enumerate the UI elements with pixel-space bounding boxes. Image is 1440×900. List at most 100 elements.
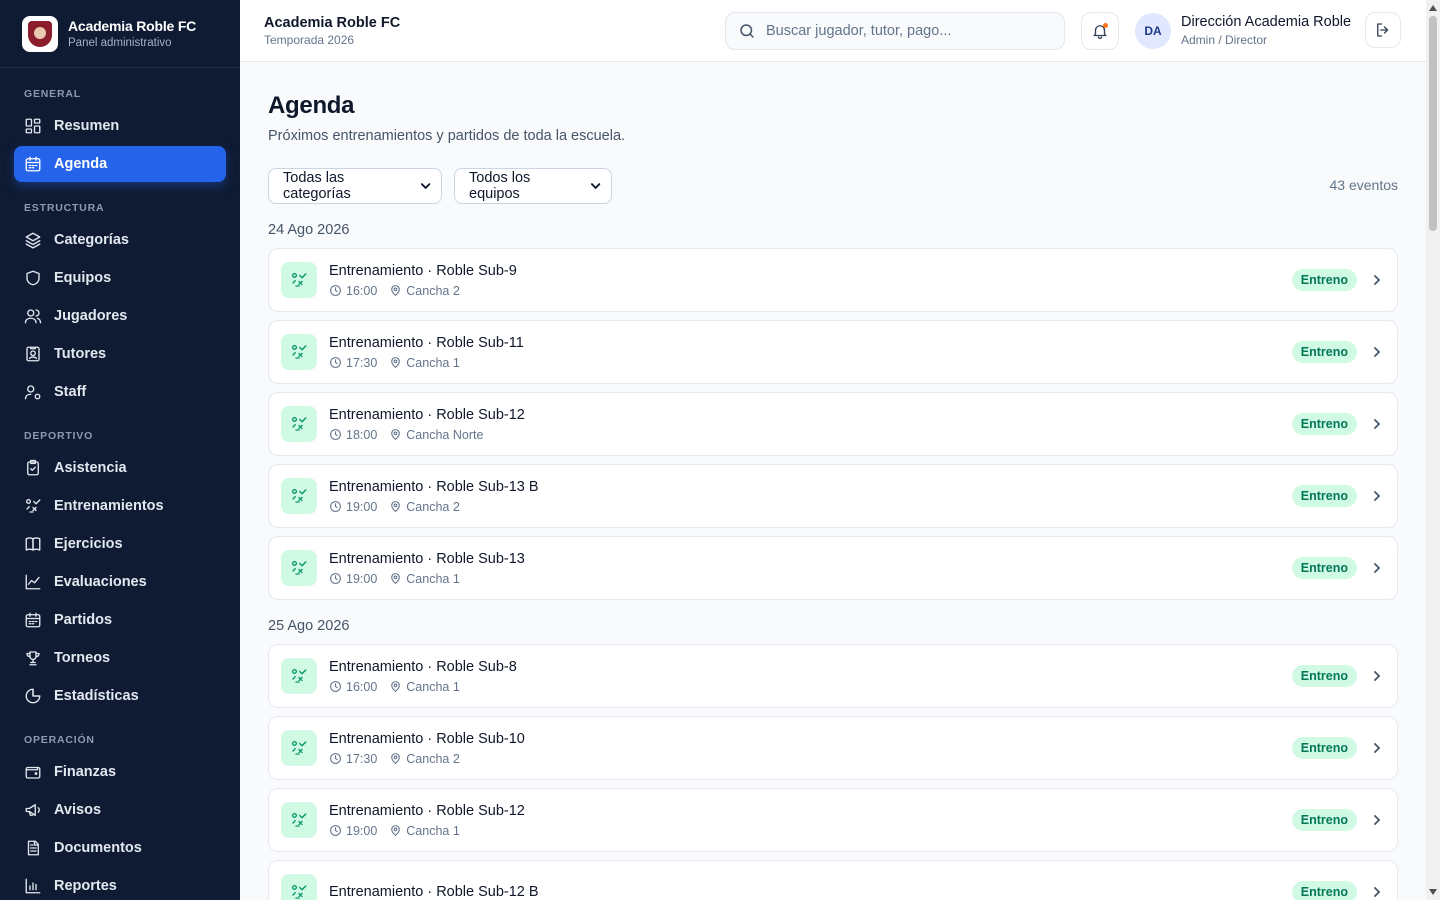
- sidebar-item-torneos[interactable]: Torneos: [14, 640, 226, 676]
- page-scrollbar[interactable]: [1426, 0, 1440, 900]
- nav-section-title: OPERACIÓN: [24, 734, 95, 746]
- avatar[interactable]: DA: [1135, 13, 1171, 49]
- grid-icon: [25, 118, 41, 134]
- shield-icon: [26, 270, 40, 286]
- clipboard-check-icon: [27, 459, 39, 476]
- sidebar-item-jugadores[interactable]: Jugadores: [14, 298, 226, 334]
- sidebar-item-estadisticas[interactable]: Estadísticas: [14, 678, 226, 714]
- user-info[interactable]: Dirección Academia Roble Admin / Directo…: [1181, 14, 1351, 47]
- sidebar-item-reportes[interactable]: Reportes: [14, 868, 226, 900]
- event-row[interactable]: Entrenamiento · Roble Sub-11 17:30 Cancha …: [268, 320, 1398, 384]
- sidebar-item-label: Equipos: [54, 270, 112, 286]
- chevron-right-icon: [1374, 815, 1381, 825]
- sidebar-item-tutores[interactable]: Tutores: [14, 336, 226, 372]
- filters-bar: Todas las categorías Todos los equipos 4…: [268, 168, 1398, 204]
- chevron-right-icon: [1374, 563, 1381, 573]
- logout-button[interactable]: [1365, 12, 1401, 48]
- event-badge: Entreno: [1291, 737, 1357, 759]
- training-icon: [291, 560, 307, 575]
- event-meta: 17:30 Cancha 2: [329, 752, 525, 766]
- event-badge: Entreno: [1291, 665, 1357, 687]
- event-type-icon: [281, 478, 317, 514]
- event-row[interactable]: Entrenamiento · Roble Sub-12 19:00 Cancha …: [268, 788, 1398, 852]
- sidebar-item-label: Torneos: [54, 650, 111, 666]
- notifications-button[interactable]: [1081, 12, 1119, 50]
- training-icon: [291, 668, 307, 683]
- event-row[interactable]: Entrenamiento · Roble Sub-10 17:30 Cancha …: [268, 716, 1398, 780]
- sidebar-item-label: Asistencia: [54, 460, 127, 476]
- event-badge: Entreno: [1291, 341, 1357, 363]
- brand-subtitle: Panel administrativo: [68, 37, 172, 49]
- training-icon: [291, 884, 307, 899]
- sidebar-item-resumen[interactable]: Resumen: [14, 108, 226, 144]
- logout-icon: [1377, 23, 1389, 37]
- sidebar-item-ejercicios[interactable]: Ejercicios: [14, 526, 226, 562]
- sidebar-item-label: Tutores: [54, 346, 107, 362]
- scroll-down-arrow[interactable]: [1429, 889, 1437, 895]
- event-place: Cancha 2: [406, 283, 460, 298]
- layers-icon: [25, 232, 41, 249]
- event-row[interactable]: Entrenamiento · Roble Sub-13 19:00 Cancha …: [268, 536, 1398, 600]
- event-type-icon: [281, 406, 317, 442]
- event-type-icon: [281, 658, 317, 694]
- sidebar-item-entrenamientos[interactable]: Entrenamientos: [14, 488, 226, 524]
- sidebar-item-evaluaciones[interactable]: Evaluaciones: [14, 564, 226, 600]
- event-type-icon: [281, 262, 317, 298]
- event-time: 16:00: [346, 283, 378, 298]
- chevron-right-icon: [1374, 419, 1381, 429]
- sidebar-item-avisos[interactable]: Avisos: [14, 792, 226, 828]
- sidebar-item-staff[interactable]: Staff: [14, 374, 226, 410]
- scroll-up-arrow[interactable]: [1429, 5, 1437, 11]
- sidebar-item-label: Estadísticas: [54, 688, 139, 704]
- event-meta: 19:00 Cancha 1: [329, 572, 525, 586]
- sidebar-item-partidos[interactable]: Partidos: [14, 602, 226, 638]
- user-name: Dirección Academia Roble: [1181, 14, 1352, 30]
- event-row[interactable]: Entrenamiento · Roble Sub-8 16:00 Cancha 1…: [268, 644, 1398, 708]
- event-row[interactable]: Entrenamiento · Roble Sub-12 B Entreno: [268, 860, 1398, 900]
- chevron-down-icon: [590, 183, 601, 190]
- event-list: 24 Ago 2026 Entrenamiento · Roble Sub-9 16…: [268, 222, 1398, 900]
- pie-chart-icon: [25, 688, 41, 704]
- team-select[interactable]: Todos los equipos: [454, 168, 612, 204]
- event-place: Cancha 2: [406, 499, 460, 514]
- training-icon: [291, 416, 307, 431]
- training-icon: [291, 740, 307, 755]
- sidebar-item-equipos[interactable]: Equipos: [14, 260, 226, 296]
- scroll-thumb[interactable]: [1429, 16, 1437, 231]
- sidebar-item-label: Categorías: [54, 232, 129, 248]
- category-select-value: Todas las categorías: [283, 170, 351, 202]
- category-select[interactable]: Todas las categorías: [268, 168, 442, 204]
- event-title: Entrenamiento · Roble Sub-8: [329, 658, 517, 675]
- event-time: 18:00: [346, 427, 378, 442]
- brand[interactable]: Academia Roble FC Panel administrativo: [0, 0, 240, 68]
- sidebar-item-documentos[interactable]: Documentos: [14, 830, 226, 866]
- sidebar-item-agenda[interactable]: Agenda: [14, 146, 226, 182]
- event-title: Entrenamiento · Roble Sub-11: [329, 334, 524, 351]
- sidebar-item-label: Evaluaciones: [54, 574, 147, 590]
- day-header: 24 Ago 2026: [268, 222, 350, 238]
- sidebar-item-finanzas[interactable]: Finanzas: [14, 754, 226, 790]
- sidebar-item-label: Partidos: [54, 612, 113, 628]
- location-pin-icon: [391, 357, 401, 369]
- event-row[interactable]: Entrenamiento · Roble Sub-12 18:00 Cancha …: [268, 392, 1398, 456]
- event-count: 43 eventos: [1329, 177, 1399, 193]
- location-pin-icon: [391, 753, 401, 765]
- search-icon: [740, 24, 754, 38]
- users-icon: [24, 309, 42, 324]
- event-place: Cancha 1: [406, 571, 460, 586]
- event-type-icon: [281, 730, 317, 766]
- search-box[interactable]: [725, 12, 1065, 50]
- event-title: Entrenamiento · Roble Sub-9: [329, 262, 517, 279]
- search-input[interactable]: [766, 23, 1046, 39]
- event-row[interactable]: Entrenamiento · Roble Sub-13 B 19:00 Canch…: [268, 464, 1398, 528]
- sidebar-item-categorias[interactable]: Categorías: [14, 222, 226, 258]
- topbar-title: Academia Roble FC: [264, 14, 401, 31]
- event-meta: 16:00 Cancha 2: [329, 284, 517, 298]
- season-label: Temporada 2026: [264, 32, 355, 47]
- event-row[interactable]: Entrenamiento · Roble Sub-9 16:00 Cancha 2…: [268, 248, 1398, 312]
- sidebar-item-asistencia[interactable]: Asistencia: [14, 450, 226, 486]
- chevron-right-icon: [1374, 491, 1381, 501]
- chevron-right-icon: [1374, 671, 1381, 681]
- clock-icon: [330, 573, 341, 584]
- location-pin-icon: [391, 573, 401, 585]
